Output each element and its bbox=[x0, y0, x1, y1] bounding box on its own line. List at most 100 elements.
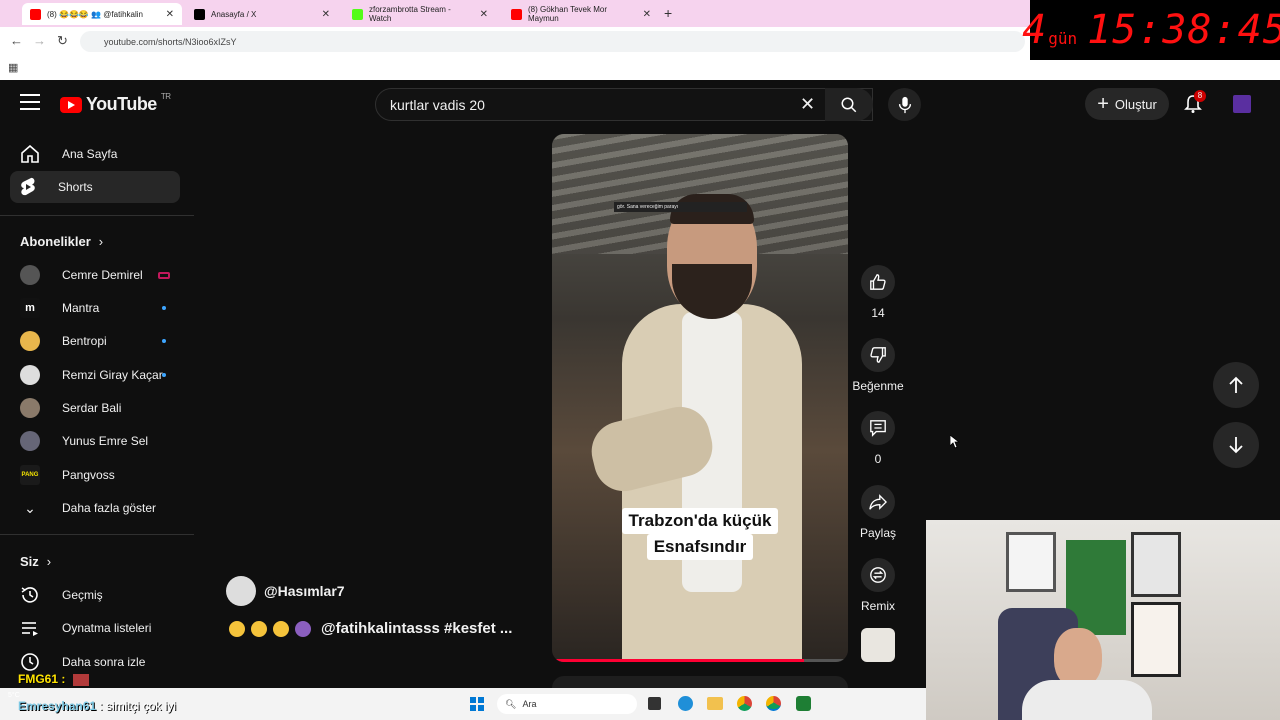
sidebar-item-subscription[interactable]: Cemre Demirel bbox=[10, 259, 180, 291]
tab-label: (8) 😂😂😂 👥 @fatihkalin bbox=[47, 9, 143, 19]
x-favicon-icon bbox=[194, 8, 205, 20]
playlist-icon bbox=[22, 622, 38, 636]
video-progress-bar[interactable] bbox=[552, 659, 848, 662]
live-indicator-icon bbox=[158, 271, 170, 279]
close-icon[interactable]: ✕ bbox=[322, 9, 330, 20]
url-input[interactable]: youtube.com/shorts/N3ioo6xIZsY bbox=[80, 31, 1025, 52]
next-short-button[interactable] bbox=[1213, 422, 1259, 468]
voice-search-button[interactable] bbox=[888, 88, 921, 121]
like-button[interactable] bbox=[861, 265, 895, 299]
remix-button[interactable] bbox=[861, 558, 895, 592]
task-view-icon[interactable] bbox=[648, 697, 661, 710]
forward-icon[interactable]: → bbox=[33, 33, 46, 48]
sidebar-item-history[interactable]: Geçmiş bbox=[10, 579, 180, 611]
browser-tab[interactable]: zforzambrotta Stream - Watch ✕ bbox=[344, 3, 496, 25]
search-button[interactable] bbox=[825, 88, 873, 121]
share-icon bbox=[869, 494, 887, 510]
close-icon[interactable]: ✕ bbox=[643, 9, 651, 20]
short-description[interactable]: @fatihkalintasss #kesfet ... bbox=[229, 620, 512, 637]
new-content-dot bbox=[162, 339, 166, 343]
plus-icon: + bbox=[1097, 93, 1109, 115]
progress-fill bbox=[552, 659, 804, 662]
close-icon[interactable]: ✕ bbox=[166, 9, 174, 20]
sidebar-item-label: Ana Sayfa bbox=[62, 147, 118, 161]
remix-icon bbox=[870, 567, 886, 583]
chrome-active-icon[interactable] bbox=[766, 696, 781, 711]
arrow-up-icon bbox=[1229, 376, 1243, 393]
channel-avatar[interactable] bbox=[226, 576, 256, 606]
chrome-icon[interactable] bbox=[737, 696, 752, 711]
create-button[interactable]: + Oluştur bbox=[1085, 88, 1169, 120]
emoji-icon bbox=[295, 620, 311, 637]
show-more-label: Daha fazla göster bbox=[62, 501, 157, 515]
account-avatar[interactable] bbox=[1233, 95, 1251, 113]
new-tab-icon[interactable]: + bbox=[664, 5, 672, 21]
tab-label: (8) Gökhan Tevek Mor Maymun bbox=[528, 5, 607, 23]
you-header[interactable]: Siz › bbox=[20, 554, 51, 569]
sidebar-item-subscription[interactable]: Remzi Giray Kaçar bbox=[10, 359, 180, 391]
clear-search-icon[interactable]: ✕ bbox=[800, 94, 815, 115]
you-label: Siz bbox=[20, 554, 39, 569]
caption-line: Trabzon'da küçük bbox=[621, 508, 779, 534]
notifications-button[interactable]: 8 bbox=[1184, 90, 1206, 119]
browser-tab[interactable]: (8) Gökhan Tevek Mor Maymun ✕ bbox=[503, 3, 659, 25]
weather-widget[interactable]: 5°C bbox=[8, 692, 20, 699]
channel-name[interactable]: @Hasımlar7 bbox=[264, 583, 345, 599]
thumbs-up-icon bbox=[870, 274, 886, 290]
avatar bbox=[20, 431, 40, 451]
dislike-label: Beğenme bbox=[852, 379, 904, 393]
sidebar-item-subscription[interactable]: m Mantra bbox=[10, 292, 180, 324]
browser-tab[interactable]: Anasayfa / X ✕ bbox=[186, 3, 338, 25]
history-icon bbox=[21, 587, 38, 603]
comments-button[interactable] bbox=[861, 411, 895, 445]
channel-info[interactable]: @Hasımlar7 bbox=[226, 576, 345, 606]
app-icon[interactable] bbox=[796, 696, 811, 711]
divider bbox=[0, 215, 194, 216]
thumbs-down-icon bbox=[870, 347, 886, 363]
close-icon[interactable]: ✕ bbox=[480, 9, 488, 20]
address-bar: ← → ↻ youtube.com/shorts/N3ioo6xIZsY bbox=[0, 27, 1030, 56]
wall-frame bbox=[1006, 532, 1056, 592]
sidebar-item-subscription[interactable]: Serdar Bali bbox=[10, 392, 180, 424]
avatar bbox=[20, 331, 40, 351]
video-caption: Trabzon'da küçük Esnafsındır bbox=[606, 508, 794, 560]
url-text: youtube.com/shorts/N3ioo6xIZsY bbox=[104, 36, 237, 47]
search-input[interactable]: kurtlar vadis 20 bbox=[375, 88, 873, 121]
taskbar-search-label: Ara bbox=[522, 699, 537, 709]
show-more-button[interactable]: ⌄ Daha fazla göster bbox=[10, 492, 180, 524]
sidebar-item-playlists[interactable]: Oynatma listeleri bbox=[10, 612, 180, 644]
sidebar-item-subscription[interactable]: Yunus Emre Sel bbox=[10, 425, 180, 457]
taskbar-search[interactable]: 🔍︎ Ara bbox=[497, 694, 637, 714]
sidebar-item-subscription[interactable]: PANG Pangvoss bbox=[10, 459, 180, 491]
chat-user: Emresyhan61 bbox=[18, 699, 97, 713]
sound-thumbnail[interactable] bbox=[861, 628, 895, 662]
chevron-right-icon: › bbox=[46, 554, 52, 569]
microphone-icon bbox=[898, 96, 911, 113]
windows-start-icon[interactable] bbox=[470, 697, 484, 711]
sidebar-item-subscription[interactable]: Bentropi bbox=[10, 325, 180, 357]
browser-tab[interactable]: (8) 😂😂😂 👥 @fatihkalin ✕ bbox=[22, 3, 182, 25]
dislike-button[interactable] bbox=[861, 338, 895, 372]
sidebar-item-home[interactable]: Ana Sayfa bbox=[10, 138, 180, 170]
menu-icon[interactable] bbox=[20, 94, 40, 110]
youtube-favicon-icon bbox=[511, 8, 522, 20]
short-video-player[interactable]: gör. Sana vereceğim parayı Trabzon'da kü… bbox=[552, 134, 848, 662]
back-icon[interactable]: ← bbox=[10, 33, 23, 48]
sidebar-item-label: Pangvoss bbox=[62, 468, 115, 482]
previous-short-button[interactable] bbox=[1213, 362, 1259, 408]
reload-icon[interactable]: ↻ bbox=[57, 33, 68, 49]
home-icon bbox=[21, 145, 39, 163]
youtube-play-icon bbox=[60, 96, 82, 113]
search-icon bbox=[841, 97, 857, 112]
apps-grid-icon[interactable]: ▦ bbox=[8, 61, 18, 74]
file-explorer-icon[interactable] bbox=[707, 697, 723, 710]
mouse-cursor-icon bbox=[949, 434, 961, 454]
edge-icon[interactable] bbox=[678, 696, 693, 711]
subscriptions-header[interactable]: Abonelikler › bbox=[20, 234, 103, 249]
share-button[interactable] bbox=[861, 485, 895, 519]
sidebar-item-shorts[interactable]: Shorts bbox=[10, 171, 180, 203]
timer-clock: 15:38:45 bbox=[1087, 7, 1280, 53]
youtube-logo[interactable]: YouTube TR bbox=[60, 92, 171, 115]
stream-timer-overlay: 4 gün 15:38:45 bbox=[1022, 0, 1280, 60]
sidebar-item-label: Geçmiş bbox=[62, 588, 103, 602]
